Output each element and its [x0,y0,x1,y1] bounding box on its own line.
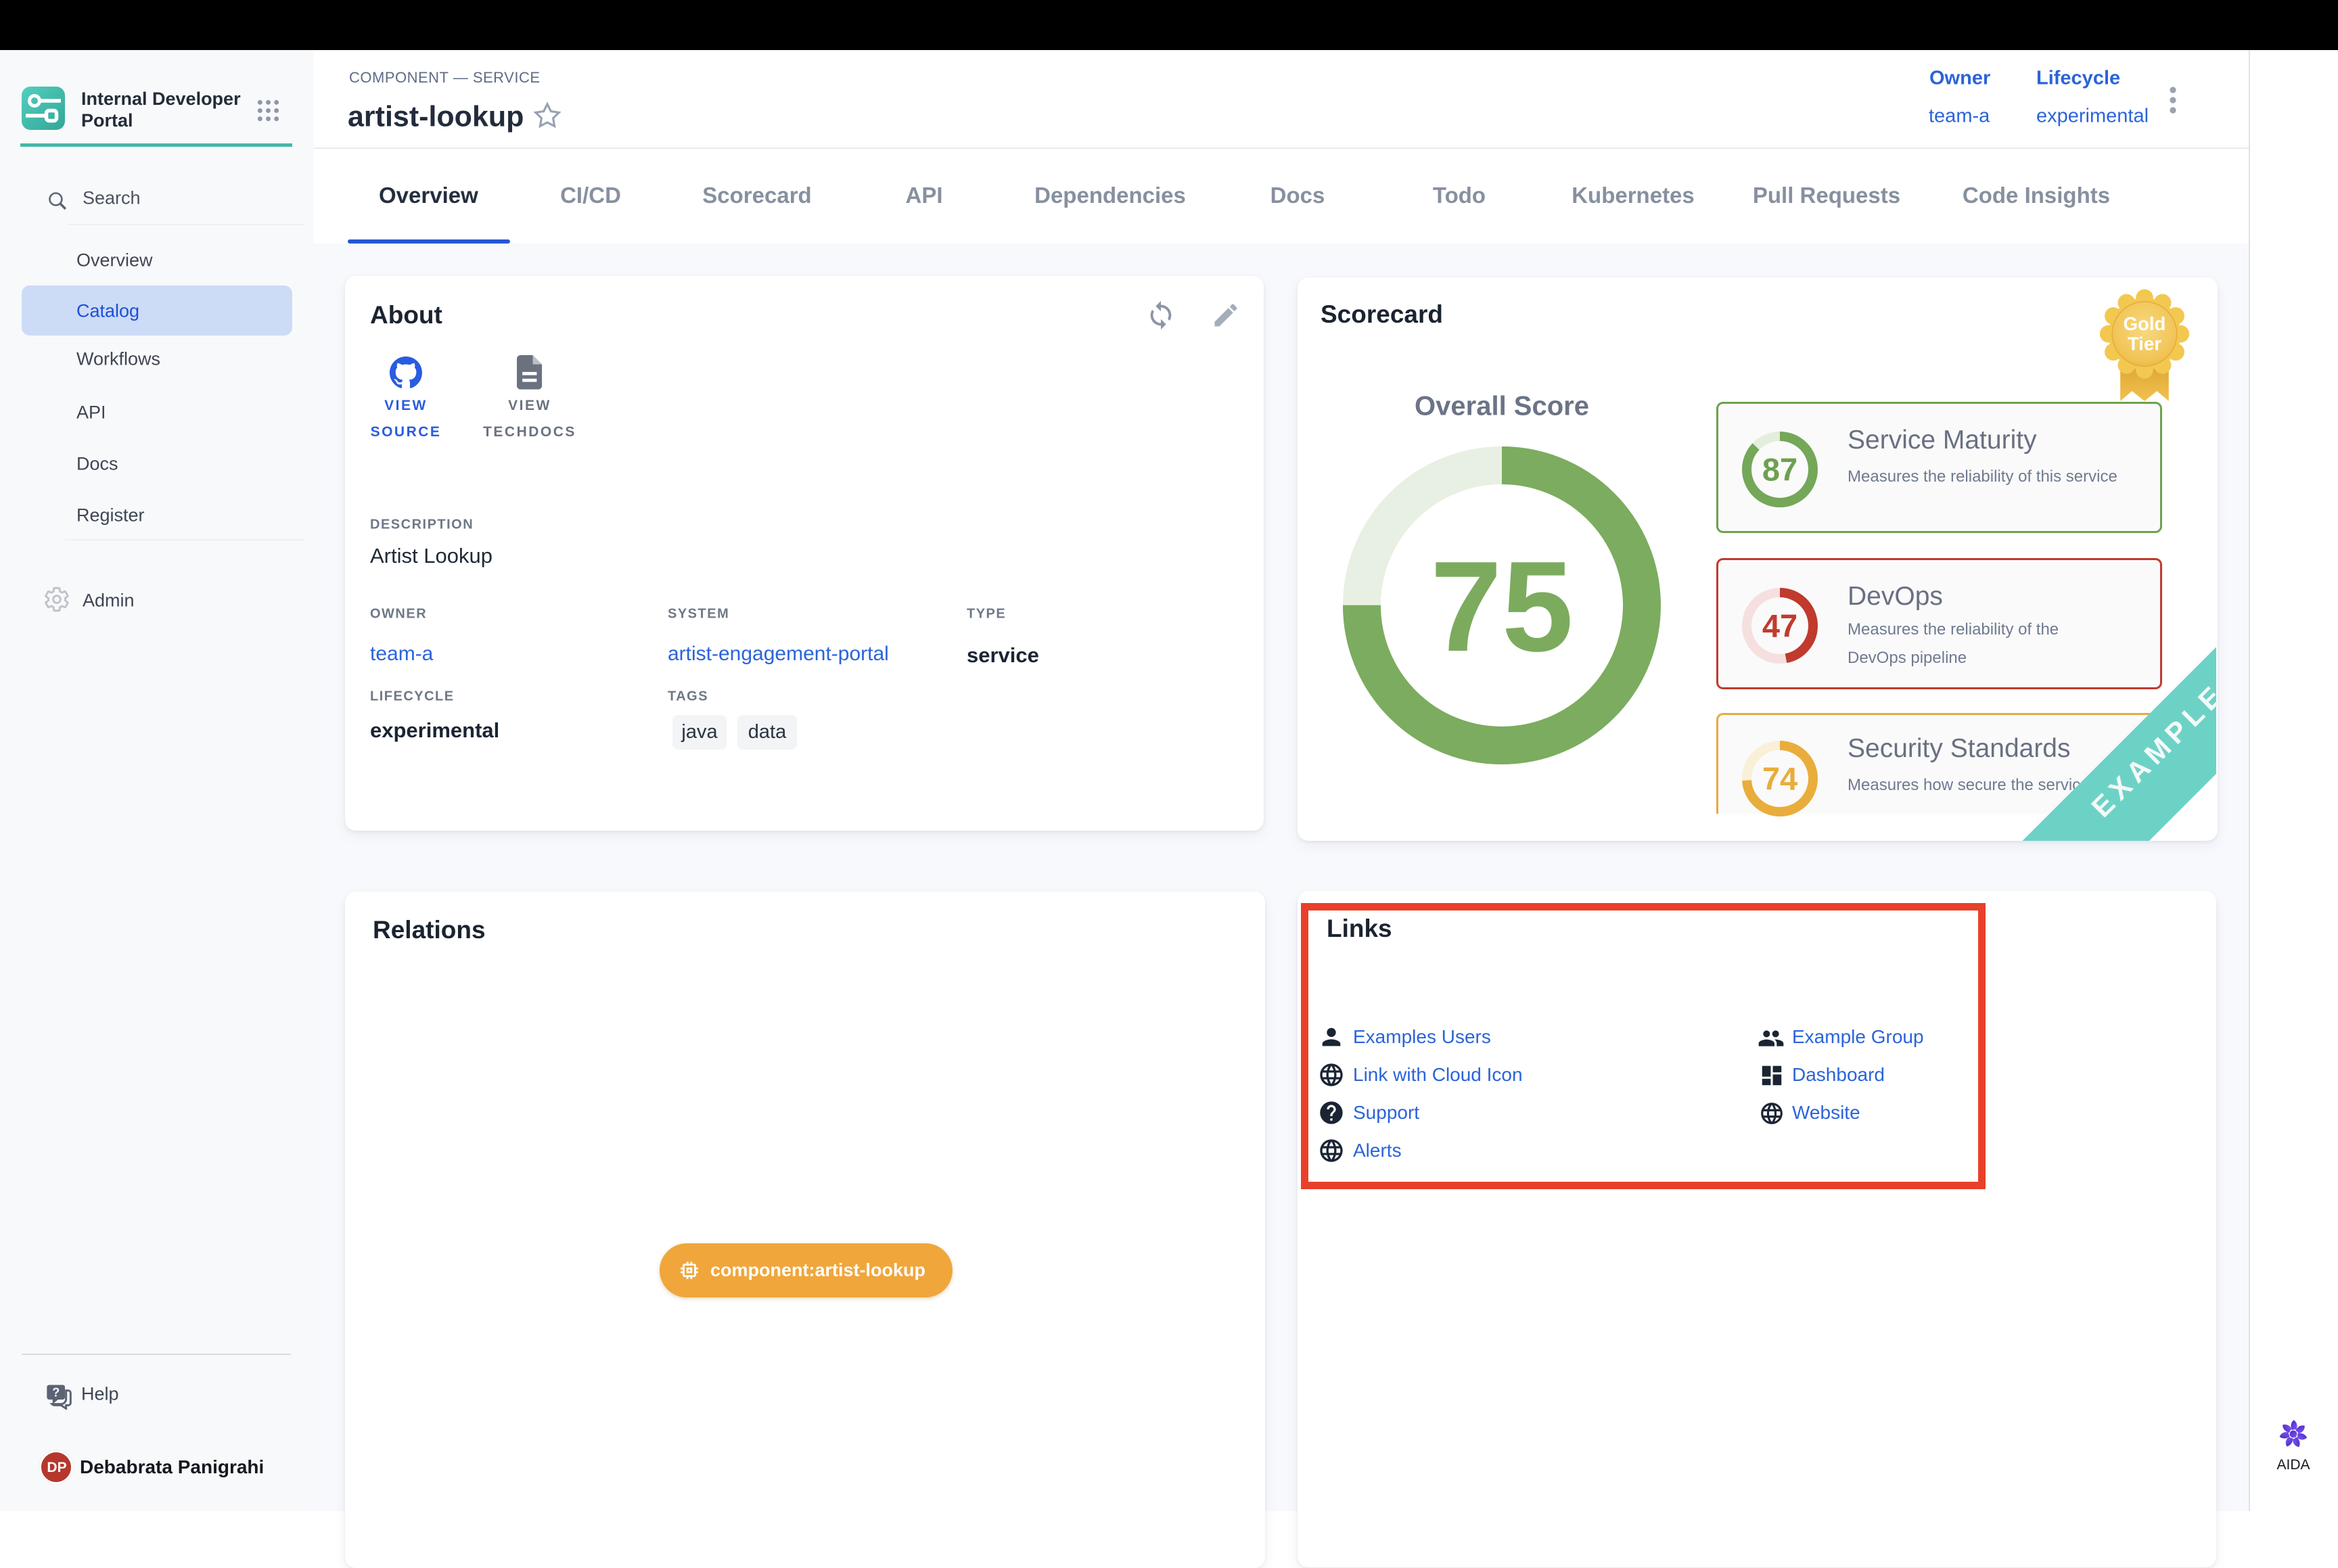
svg-text:?: ? [52,1385,60,1399]
